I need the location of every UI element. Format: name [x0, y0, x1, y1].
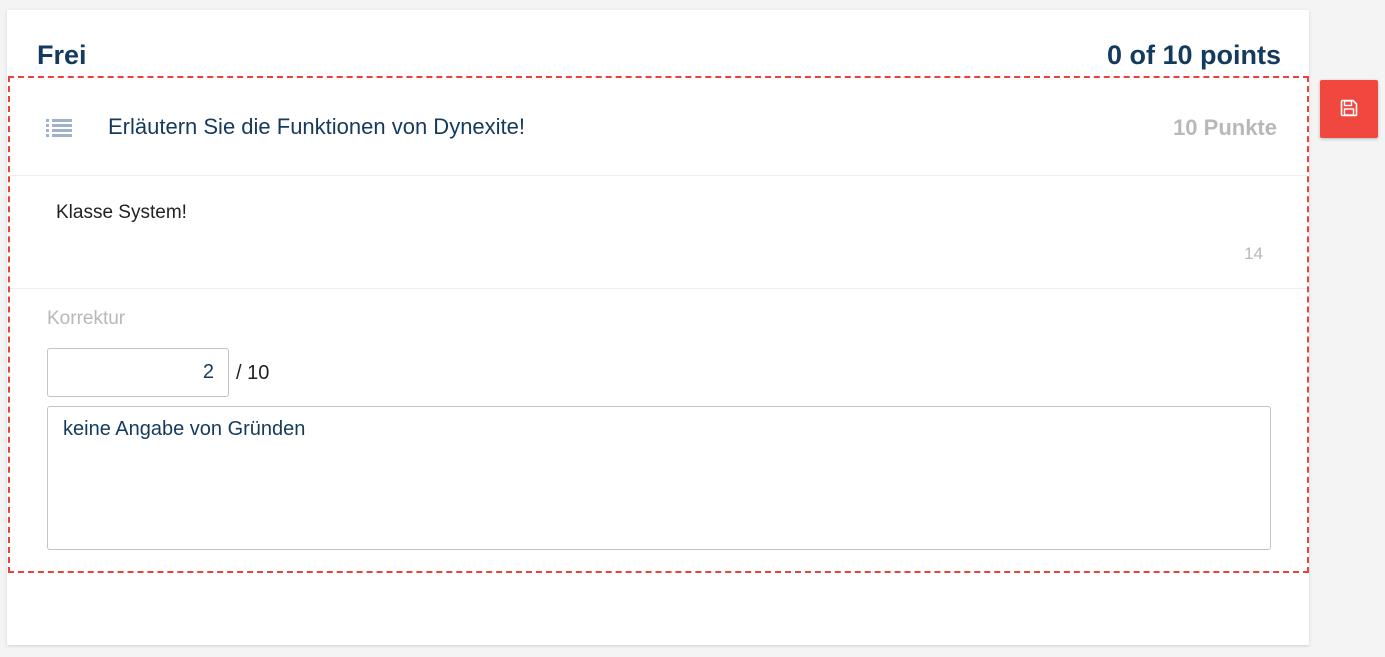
question-points: 10 Punkte	[1173, 115, 1277, 140]
answer-area: Klasse System! 14	[10, 176, 1307, 289]
section-points-summary: 0 of 10 points	[1106, 40, 1281, 70]
korrektur-label: Korrektur	[47, 308, 126, 329]
answer-char-count: 14	[1244, 244, 1263, 263]
save-button[interactable]	[1320, 80, 1378, 138]
question-text: Erläutern Sie die Funktionen von Dynexit…	[108, 114, 526, 139]
question-box: Erläutern Sie die Funktionen von Dynexit…	[8, 76, 1309, 573]
question-header: Erläutern Sie die Funktionen von Dynexit…	[10, 78, 1307, 176]
list-icon	[46, 118, 72, 138]
question-card: Frei 0 of 10 points Erläutern Sie die Fu…	[7, 10, 1309, 645]
score-max: / 10	[236, 362, 270, 384]
score-input[interactable]	[47, 348, 229, 397]
section-title: Frei	[37, 40, 87, 70]
answer-text: Klasse System!	[56, 202, 187, 223]
save-icon	[1340, 99, 1358, 117]
correction-comment-field[interactable]: keine Angabe von Gründen	[47, 406, 1271, 550]
